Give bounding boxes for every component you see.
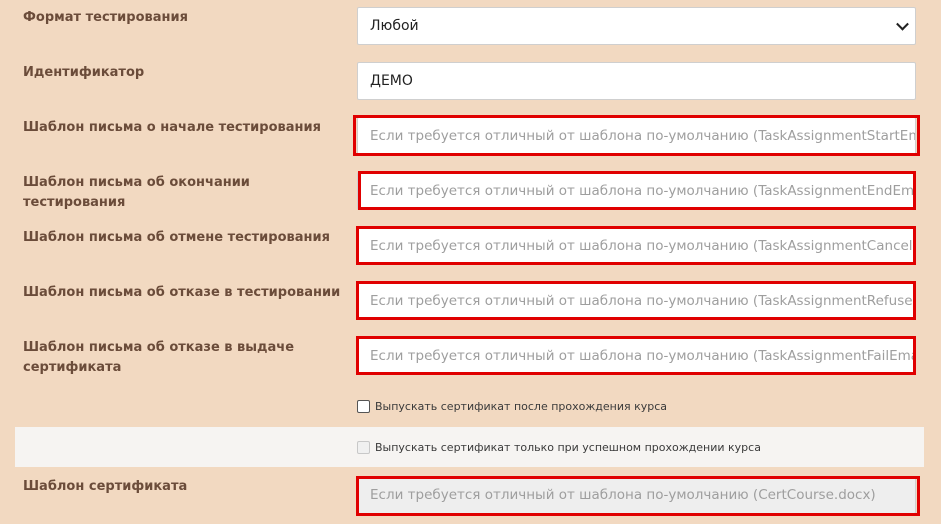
refuse-email-label: Шаблон письма об отказе в тестировании <box>23 285 341 300</box>
fail-email-input[interactable]: Если требуется отличный от шаблона по-ум… <box>357 337 916 375</box>
issue-cert-success-label: Выпускать сертификат только при успешном… <box>375 441 761 454</box>
fail-email-label: Шаблон письма об отказе в выдаче сертифи… <box>23 340 295 375</box>
format-select[interactable]: Любой <box>357 7 916 45</box>
cancel-email-placeholder: Если требуется отличный от шаблона по-ум… <box>370 238 916 254</box>
refuse-email-input[interactable]: Если требуется отличный от шаблона по-ум… <box>357 282 916 320</box>
end-email-label: Шаблон письма об окончании тестирования <box>23 175 250 210</box>
format-select-value: Любой <box>370 18 419 34</box>
identifier-input[interactable]: ДЕМО <box>357 62 916 100</box>
format-label: Формат тестирования <box>23 10 188 25</box>
cancel-email-label: Шаблон письма об отмене тестирования <box>23 230 330 245</box>
cert-template-input: Если требуется отличный от шаблона по-ум… <box>357 476 916 514</box>
issue-cert-success-checkbox <box>357 441 370 454</box>
identifier-value: ДЕМО <box>370 73 413 89</box>
refuse-email-placeholder: Если требуется отличный от шаблона по-ум… <box>370 293 916 309</box>
start-email-placeholder: Если требуется отличный от шаблона по-ум… <box>370 128 916 144</box>
cert-template-label: Шаблон сертификата <box>23 479 188 494</box>
end-email-placeholder: Если требуется отличный от шаблона по-ум… <box>370 183 916 199</box>
start-email-input[interactable]: Если требуется отличный от шаблона по-ум… <box>357 117 916 155</box>
issue-cert-success-row: Выпускать сертификат только при успешном… <box>357 441 761 454</box>
issue-cert-checkbox[interactable] <box>357 400 370 413</box>
fail-email-placeholder: Если требуется отличный от шаблона по-ум… <box>370 348 916 364</box>
start-email-label: Шаблон письма о начале тестирования <box>23 120 321 135</box>
end-email-input[interactable]: Если требуется отличный от шаблона по-ум… <box>357 172 916 210</box>
chevron-down-icon <box>896 17 909 31</box>
cert-template-placeholder: Если требуется отличный от шаблона по-ум… <box>370 487 876 503</box>
issue-cert-row[interactable]: Выпускать сертификат после прохождения к… <box>357 400 667 413</box>
issue-cert-label: Выпускать сертификат после прохождения к… <box>375 400 668 413</box>
identifier-label: Идентификатор <box>23 65 145 80</box>
cancel-email-input[interactable]: Если требуется отличный от шаблона по-ум… <box>357 227 916 265</box>
